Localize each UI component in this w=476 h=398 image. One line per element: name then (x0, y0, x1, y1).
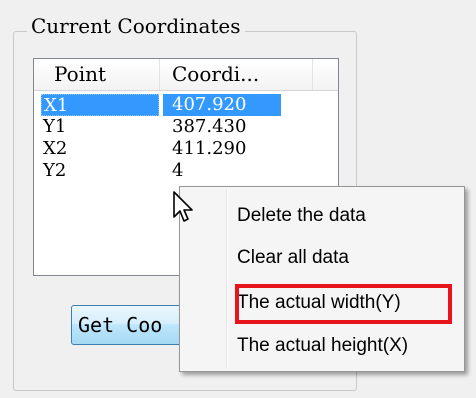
value-cell: 387.430 (172, 116, 247, 137)
point-cell: X2 (43, 138, 68, 159)
value-cell: 4 (172, 160, 184, 181)
context-menu: Delete the data Clear all data The actua… (179, 186, 465, 372)
arrow-pointer-icon (173, 191, 193, 222)
point-cell: X1 (41, 94, 159, 116)
menu-gutter (226, 190, 227, 368)
point-cell: Y2 (43, 160, 67, 181)
menu-item-delete-data[interactable]: Delete the data (237, 200, 366, 232)
table-row[interactable]: X2 411.290 (34, 138, 338, 160)
table-row[interactable]: Y1 387.430 (34, 116, 338, 138)
point-cell: Y1 (43, 116, 67, 137)
menu-item-clear-all-data[interactable]: Clear all data (237, 242, 349, 274)
groupbox-title: Current Coordinates (27, 14, 245, 38)
column-header-point[interactable]: Point (34, 59, 160, 90)
table-row[interactable]: Y2 4 (34, 160, 338, 182)
list-rows: X1 407.920 Y1 387.430 X2 411.290 Y2 4 (34, 94, 338, 182)
list-header: Point Coordi... (34, 59, 338, 91)
column-header-coordinate[interactable]: Coordi... (160, 59, 313, 90)
table-row[interactable]: X1 407.920 (34, 94, 338, 116)
value-cell: 411.290 (172, 138, 247, 159)
menu-item-actual-height[interactable]: The actual height(X) (237, 330, 408, 362)
highlight-annotation-box (235, 284, 452, 324)
value-cell: 407.920 (163, 94, 281, 116)
